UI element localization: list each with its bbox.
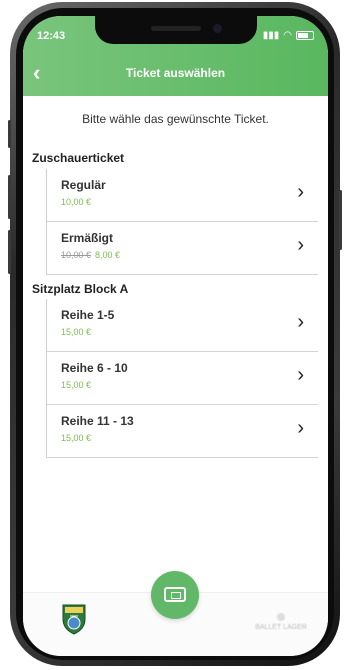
ticket-item-reihe-11-13[interactable]: Reihe 11 - 13 15,00 € › <box>47 405 318 458</box>
volume-up-button <box>8 175 11 219</box>
ticket-new-price: 8,00 € <box>95 250 121 260</box>
volume-down-button <box>8 230 11 274</box>
ticket-icon <box>164 587 186 602</box>
ticket-list-sitzplatz: Reihe 1-5 15,00 € › Reihe 6 - 10 15,00 €… <box>46 299 318 458</box>
ticket-name: Regulär <box>61 178 106 192</box>
ticket-price: 15,00 € <box>61 433 92 443</box>
tab-bar: BALLET LAGER <box>23 571 328 656</box>
status-icons: ▮▮▮ ◠ <box>263 30 314 41</box>
ticket-name: Reihe 11 - 13 <box>61 414 134 428</box>
ticket-tab-button[interactable] <box>151 571 199 619</box>
status-time: 12:43 <box>37 30 66 42</box>
ticket-name: Reihe 6 - 10 <box>61 361 128 375</box>
ticket-item-ermaessigt[interactable]: Ermäßigt 10,00 €8,00 € › <box>47 222 318 275</box>
subtitle: Bitte wähle das gewünschte Ticket. <box>82 112 269 126</box>
ticket-price: 15,00 € <box>61 327 92 337</box>
ticket-item-regulaer[interactable]: Regulär 10,00 € › <box>47 169 318 222</box>
ticket-name: Ermäßigt <box>61 231 114 245</box>
page-title: Ticket auswählen <box>125 66 226 80</box>
power-button <box>339 190 342 250</box>
ticket-price: 10,00 € <box>61 197 92 207</box>
tab-right[interactable]: BALLET LAGER <box>251 613 311 631</box>
chevron-right-icon: › <box>297 417 304 439</box>
header: 12:43 ▮▮▮ ◠ ‹ Ticket auswählen <box>23 16 328 96</box>
ticket-name: Reihe 1-5 <box>61 308 115 322</box>
ticket-price: 10,00 €8,00 € <box>61 250 120 260</box>
tab-right-icon <box>277 613 285 621</box>
ticket-item-reihe-6-10[interactable]: Reihe 6 - 10 15,00 € › <box>47 352 318 405</box>
speaker <box>151 26 201 31</box>
club-logo-icon <box>62 604 86 635</box>
chevron-right-icon: › <box>297 311 304 333</box>
wifi-icon: ◠ <box>283 30 292 41</box>
side-button <box>8 120 11 148</box>
chevron-right-icon: › <box>297 181 304 203</box>
section-title-sitzplatz: Sitzplatz Block A <box>32 282 129 296</box>
club-logo-tab[interactable] <box>61 601 87 635</box>
ticket-item-reihe-1-5[interactable]: Reihe 1-5 15,00 € › <box>47 299 318 352</box>
section-title-zuschauerticket: Zuschauerticket <box>32 151 125 165</box>
chevron-right-icon: › <box>297 364 304 386</box>
chevron-right-icon: › <box>297 234 304 256</box>
ticket-price: 15,00 € <box>61 380 92 390</box>
battery-icon <box>296 31 314 40</box>
ticket-list-zuschauerticket: Regulär 10,00 € › Ermäßigt 10,00 €8,00 €… <box>46 169 318 275</box>
screen: 12:43 ▮▮▮ ◠ ‹ Ticket auswählen Bitte wäh… <box>23 16 328 656</box>
tab-right-label: BALLET LAGER <box>255 624 307 631</box>
camera <box>213 24 222 33</box>
notch <box>95 16 257 44</box>
signal-icon: ▮▮▮ <box>262 30 280 41</box>
ticket-old-price: 10,00 € <box>61 250 92 260</box>
